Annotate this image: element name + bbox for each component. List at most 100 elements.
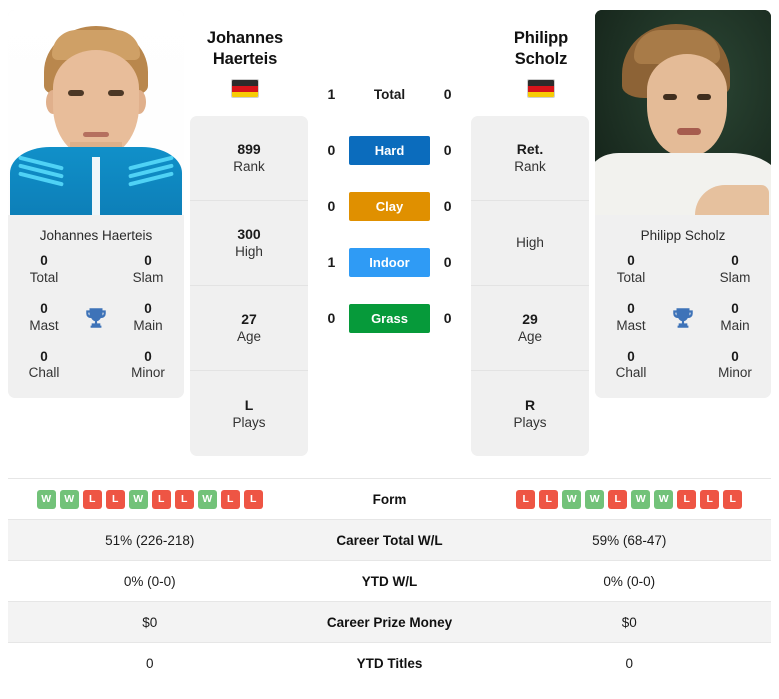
label: Mast [29, 317, 59, 333]
form-badge-loss[interactable]: L [608, 489, 628, 509]
stat-label-form: Form [372, 491, 407, 507]
h2h-label-hard[interactable]: Hard [348, 135, 431, 165]
label: Rank [514, 159, 546, 175]
label: Slam [132, 269, 164, 285]
h2h-row-clay: 0 Clay 0 [314, 178, 465, 234]
left-titles-grid: 0 Total 0 Slam 0 Mast 0 Main 0 Chall 0 M… [8, 253, 184, 398]
de-flag-icon [527, 79, 555, 99]
table-row: WWLLWLLWLL Form LLWWLWWLLL [8, 478, 771, 519]
form-badge-loss[interactable]: L [516, 489, 536, 509]
left-stat-high: 300 High [190, 201, 308, 286]
left-player-name-block[interactable]: Johannes Haerteis [170, 28, 320, 99]
h2h-label-grass[interactable]: Grass [348, 303, 431, 333]
h2h-left-value: 1 [327, 254, 336, 270]
left-photo-caption: Johannes Haerteis [39, 228, 153, 243]
right-form-strip: LLWWLWWLLL [516, 489, 743, 509]
label: Main [133, 317, 163, 333]
right-ytd-wl: 0% (0-0) [603, 573, 656, 589]
left-career-prize-money: $0 [142, 614, 158, 630]
form-badge-loss[interactable]: L [82, 489, 102, 509]
h2h-left-value: 0 [327, 142, 336, 158]
label: Age [236, 329, 262, 345]
form-badge-loss[interactable]: L [723, 489, 743, 509]
form-badge-win[interactable]: W [631, 489, 651, 509]
left-ytd-wl: 0% (0-0) [123, 573, 176, 589]
value: 0 [627, 300, 635, 316]
right-stat-high: High [471, 201, 589, 286]
table-row: 0% (0-0) YTD W/L 0% (0-0) [8, 560, 771, 601]
h2h-left-value: 0 [327, 310, 336, 326]
left-title-chall: 0 Chall [14, 349, 74, 383]
label: Total [29, 269, 59, 285]
stat-label-career-total-wl: Career Total W/L [336, 532, 443, 548]
h2h-right-value: 0 [443, 310, 452, 326]
label: Chall [615, 365, 647, 381]
table-row: $0 Career Prize Money $0 [8, 601, 771, 642]
label: Mast [616, 317, 646, 333]
value: 0 [731, 253, 739, 268]
right-stat-age: 29 Age [471, 286, 589, 371]
right-player-name-line1: Philipp [513, 29, 569, 47]
left-form-strip: WWLLWLLWLL [36, 489, 263, 509]
left-form-cell: WWLLWLLWLL [8, 489, 292, 509]
form-badge-loss[interactable]: L [677, 489, 697, 509]
stat-label-ytd-titles: YTD Titles [356, 655, 423, 671]
form-badge-loss[interactable]: L [151, 489, 171, 509]
form-badge-loss[interactable]: L [539, 489, 559, 509]
right-stats-card: Ret. Rank High 29 Age R Plays [471, 116, 589, 456]
left-player-photo [8, 10, 184, 215]
right-player-name-block[interactable]: Philipp Scholz [466, 28, 616, 99]
form-badge-win[interactable]: W [36, 489, 56, 509]
form-badge-loss[interactable]: L [243, 489, 263, 509]
stat-label-ytd-wl: YTD W/L [361, 573, 418, 589]
form-badge-loss[interactable]: L [700, 489, 720, 509]
form-badge-win[interactable]: W [654, 489, 674, 509]
form-badge-win[interactable]: W [128, 489, 148, 509]
form-badge-win[interactable]: W [59, 489, 79, 509]
form-badge-loss[interactable]: L [105, 489, 125, 509]
value: Ret. [516, 141, 544, 158]
right-stat-rank: Ret. Rank [471, 116, 589, 201]
form-badge-loss[interactable]: L [174, 489, 194, 509]
right-title-minor: 0 Minor [705, 349, 765, 383]
trophy-icon [661, 305, 705, 331]
trophy-icon [74, 305, 118, 331]
left-ytd-titles: 0 [145, 655, 154, 671]
value: 27 [241, 311, 257, 328]
form-badge-win[interactable]: W [585, 489, 605, 509]
left-player-name-line2: Haerteis [212, 50, 278, 69]
comparison-header: Johannes Haerteis 0 Total 0 Slam 0 Mast [0, 0, 779, 478]
left-stat-age: 27 Age [190, 286, 308, 371]
form-badge-loss[interactable]: L [220, 489, 240, 509]
h2h-label-indoor[interactable]: Indoor [348, 247, 431, 277]
right-photo-caption: Philipp Scholz [640, 228, 726, 243]
head-to-head-column: 1 Total 0 0 Hard 0 0 Clay 0 1 Indoor 0 0 [314, 10, 465, 346]
right-career-total-wl: 59% (68-47) [592, 532, 667, 548]
value: 0 [627, 253, 635, 268]
h2h-label-total: Total [373, 86, 406, 102]
left-stat-rank: 899 Rank [190, 116, 308, 201]
right-stat-plays: R Plays [471, 371, 589, 456]
value: 29 [522, 311, 538, 328]
right-title-main: 0 Main [705, 301, 765, 335]
h2h-label-clay[interactable]: Clay [348, 191, 431, 221]
right-title-slam: 0 Slam [705, 253, 765, 287]
right-player-card[interactable]: Philipp Scholz 0 Total 0 Slam 0 Mast 0 M… [595, 10, 771, 399]
h2h-right-value: 0 [443, 254, 452, 270]
value: 0 [40, 253, 48, 268]
form-badge-win[interactable]: W [562, 489, 582, 509]
label: High [516, 235, 544, 251]
player-comparison-page: Johannes Haerteis 0 Total 0 Slam 0 Mast [0, 0, 779, 699]
left-player-card[interactable]: Johannes Haerteis 0 Total 0 Slam 0 Mast [8, 10, 184, 399]
left-title-mast: 0 Mast [14, 301, 74, 335]
h2h-left-value: 0 [327, 198, 336, 214]
right-player-name-line2: Scholz [514, 50, 568, 69]
left-title-total: 0 Total [14, 253, 74, 287]
h2h-row-hard: 0 Hard 0 [314, 122, 465, 178]
h2h-right-value: 0 [443, 198, 452, 214]
label: Plays [513, 414, 547, 430]
form-badge-win[interactable]: W [197, 489, 217, 509]
label: Main [720, 317, 750, 333]
label: Age [517, 329, 543, 345]
right-title-chall: 0 Chall [601, 349, 661, 383]
